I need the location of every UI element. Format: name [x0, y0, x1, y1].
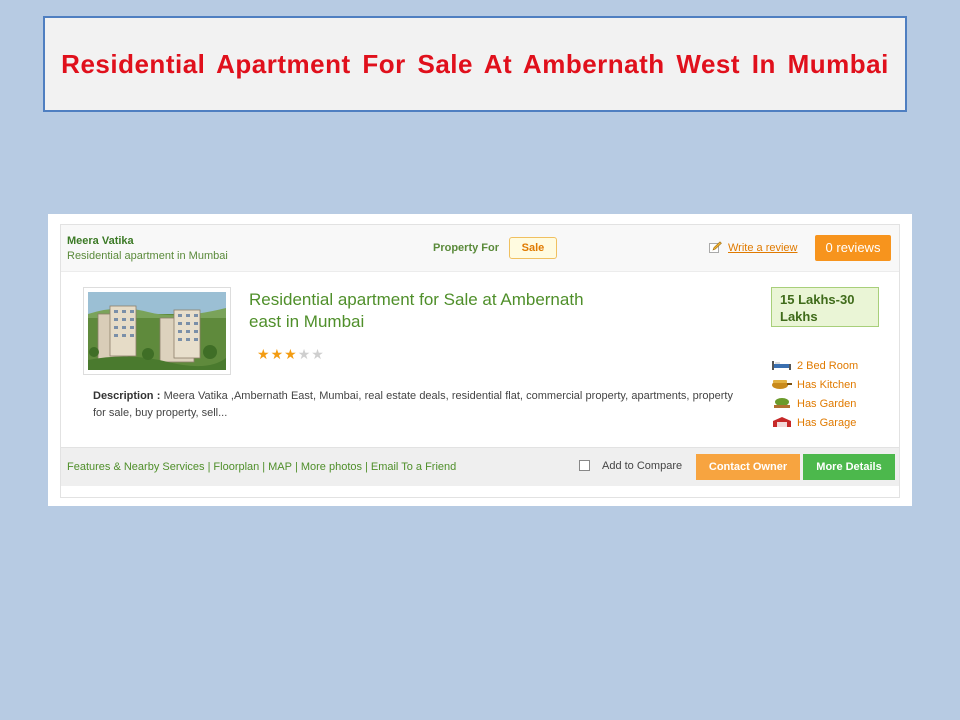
link-separator: |	[207, 461, 211, 473]
property-for-label: Property For	[433, 242, 500, 254]
star-icon: ★	[284, 346, 298, 362]
slide-title-box: Residential Apartment For Sale At Ambern…	[43, 16, 907, 112]
features-nearby-link[interactable]: Features & Nearby Services	[67, 461, 205, 473]
sale-badge: Sale	[509, 237, 557, 259]
more-photos-link[interactable]: More photos	[301, 461, 362, 473]
feature-label: Has Kitchen	[797, 379, 857, 391]
description-label: Description :	[93, 390, 161, 402]
garden-icon	[774, 398, 790, 408]
link-separator: |	[365, 461, 368, 473]
feature-label: Has Garden	[797, 398, 857, 410]
listing-card: Meera Vatika Residential apartment in Mu…	[60, 224, 900, 498]
kitchen-icon	[772, 380, 792, 389]
listing-links: Features & Nearby Services | Floorplan | MAP…	[67, 461, 456, 473]
property-subtitle: Residential apartment in Mumbai	[67, 250, 228, 262]
link-separator: |	[262, 461, 266, 473]
listing-header: Meera Vatika Residential apartment in Mu…	[61, 225, 899, 272]
email-friend-link[interactable]: Email To a Friend	[371, 461, 456, 473]
link-separator: |	[294, 461, 298, 473]
property-name[interactable]: Meera Vatika	[67, 235, 134, 247]
feature-garage: Has Garage	[771, 416, 856, 432]
bed-icon	[772, 361, 791, 370]
description-text: Meera Vatika ,Ambernath East, Mumbai, re…	[93, 390, 733, 419]
feature-label: 2 Bed Room	[797, 360, 859, 372]
floorplan-link[interactable]: Floorplan	[213, 461, 259, 473]
feature-kitchen: Has Kitchen	[771, 378, 856, 394]
pencil-icon	[709, 241, 722, 253]
listing-footer: Features & Nearby Services | Floorplan | MAP…	[61, 447, 899, 486]
contact-owner-button[interactable]: Contact Owner	[696, 454, 800, 480]
add-to-compare-checkbox[interactable]	[579, 460, 590, 471]
feature-label: Has Garage	[797, 417, 857, 429]
map-link[interactable]: MAP	[268, 461, 292, 473]
star-rating: ★★★★★	[257, 346, 325, 363]
reviews-button[interactable]: 0 reviews	[815, 235, 891, 261]
property-photo[interactable]	[83, 287, 231, 375]
listing-title-link[interactable]: Residential apartment for Sale at Ambern…	[249, 289, 609, 333]
slide-title: Residential Apartment For Sale At Ambern…	[61, 48, 889, 79]
star-empty-icon: ★	[311, 346, 325, 362]
apartment-building-image	[88, 292, 226, 370]
garage-icon	[773, 417, 791, 427]
add-to-compare-label[interactable]: Add to Compare	[602, 460, 682, 472]
feature-bedrooms: 2 Bed Room	[771, 359, 858, 375]
listing-card-frame: Meera Vatika Residential apartment in Mu…	[48, 214, 912, 506]
more-details-button[interactable]: More Details	[803, 454, 895, 480]
star-empty-icon: ★	[297, 346, 312, 362]
write-review-link[interactable]: Write a review	[728, 242, 797, 254]
feature-garden: Has Garden	[771, 397, 856, 413]
listing-description: Description : Meera Vatika ,Ambernath Ea…	[93, 388, 733, 422]
star-icon: ★	[270, 346, 285, 362]
star-icon: ★	[257, 346, 271, 362]
price-range: 15 Lakhs-30 Lakhs	[771, 287, 879, 327]
